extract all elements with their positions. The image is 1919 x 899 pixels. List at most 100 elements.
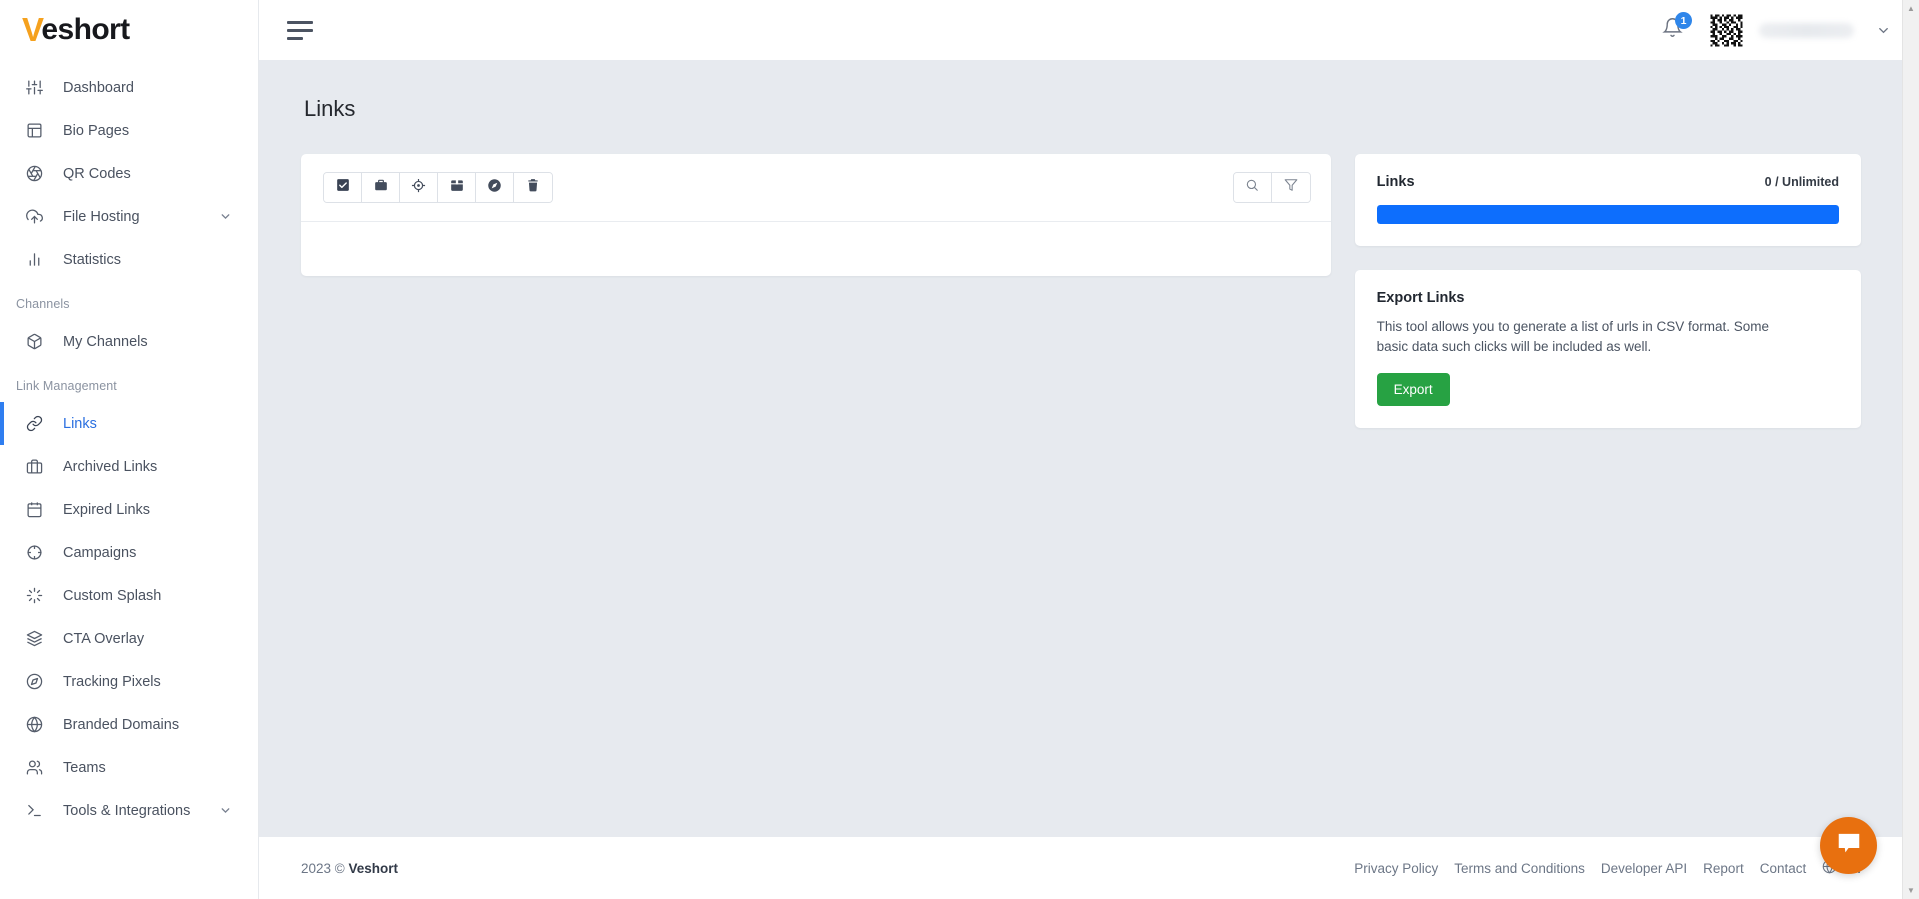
menu-toggle-button[interactable] <box>287 17 313 44</box>
cloud-upload-icon <box>26 208 50 225</box>
sidebar-item-label: Teams <box>63 759 106 776</box>
links-table-body <box>301 222 1331 276</box>
sidebar-item-label: File Hosting <box>63 208 140 225</box>
footer-copyright: 2023 © Veshort <box>301 861 398 876</box>
sliders-icon <box>26 79 50 96</box>
export-links-title: Export Links <box>1376 290 1465 306</box>
calendar-icon <box>450 178 464 197</box>
loader-icon <box>26 587 50 604</box>
checkbox-checked-icon <box>336 178 350 197</box>
topbar: 1 <box>259 0 1919 60</box>
campaign-button[interactable] <box>400 173 438 202</box>
footer-links: Privacy Policy Terms and Conditions Deve… <box>1354 859 1861 877</box>
footer-link-contact[interactable]: Contact <box>1760 861 1807 876</box>
sidebar-item-archived-links[interactable]: Archived Links <box>0 445 258 488</box>
footer-year: 2023 © <box>301 860 345 876</box>
menu-line <box>287 28 313 32</box>
links-quota-card: Links 0 / Unlimited <box>1354 154 1861 246</box>
links-quota-progress-bar <box>1376 205 1839 224</box>
layout-icon <box>26 122 50 139</box>
bar-chart-icon <box>26 251 50 268</box>
sidebar-item-campaigns[interactable]: Campaigns <box>0 531 258 574</box>
notifications-button[interactable]: 1 <box>1650 8 1694 52</box>
page-scrollbar[interactable]: ▲ ▼ <box>1902 0 1919 899</box>
page-title: Links <box>304 96 356 121</box>
trash-icon <box>526 178 540 197</box>
briefcase-icon <box>26 458 50 475</box>
sidebar-item-label: Tracking Pixels <box>63 673 161 690</box>
search-filter-group <box>1232 172 1311 203</box>
compass-icon <box>487 178 502 198</box>
compass-icon <box>26 673 50 690</box>
sidebar-item-bio-pages[interactable]: Bio Pages <box>0 109 258 152</box>
sidebar-item-file-hosting[interactable]: File Hosting <box>0 195 258 238</box>
content-row: Links 0 / Unlimited Export Links This to… <box>301 154 1861 429</box>
sidebar-item-teams[interactable]: Teams <box>0 746 258 789</box>
page-content: Links Links 0 / Unlimited Export Links T… <box>259 60 1919 837</box>
chevron-down-icon <box>219 804 232 817</box>
links-table-card <box>301 154 1331 276</box>
sidebar-item-label: Links <box>63 415 97 432</box>
footer-link-privacy-policy[interactable]: Privacy Policy <box>1354 861 1438 876</box>
links-quota-count: 0 / Unlimited <box>1764 175 1839 189</box>
brand-logo[interactable]: Veshort <box>0 0 258 60</box>
footer-brand: Veshort <box>348 860 399 876</box>
box-icon <box>26 333 50 350</box>
links-toolbar <box>301 154 1331 222</box>
notification-badge: 1 <box>1675 12 1692 29</box>
sidebar-item-label: Campaigns <box>63 544 137 561</box>
sidebar-item-label: Archived Links <box>63 458 158 475</box>
main-area: 1 Links Links 0 / Unlimited Export Links… <box>259 0 1919 899</box>
sidebar-item-links[interactable]: Links <box>0 402 258 445</box>
sidebar-item-my-channels[interactable]: My Channels <box>0 320 258 363</box>
sidebar-item-label: My Channels <box>63 333 148 350</box>
chat-bubble-icon <box>1835 829 1863 862</box>
sidebar-item-label: Dashboard <box>63 79 134 96</box>
sidebar-item-qr-codes[interactable]: QR Codes <box>0 152 258 195</box>
chevron-down-icon <box>1876 23 1891 38</box>
sidebar-item-label: CTA Overlay <box>63 630 145 647</box>
sidebar-group-title-channels: Channels <box>16 297 70 311</box>
sidebar-item-label: QR Codes <box>63 165 131 182</box>
sidebar-item-label: Expired Links <box>63 501 151 518</box>
scroll-up-arrow-icon[interactable]: ▲ <box>1903 0 1919 17</box>
topbar-right: 1 <box>1650 8 1891 52</box>
menu-line <box>287 20 313 24</box>
sidebar-item-label: Custom Splash <box>63 587 162 604</box>
username-label <box>1759 22 1854 38</box>
sidebar-item-label: Branded Domains <box>63 716 180 733</box>
archive-button[interactable] <box>362 173 400 202</box>
sidebar-item-label: Statistics <box>63 251 122 268</box>
link-icon <box>26 415 50 432</box>
footer-link-terms-and-conditions[interactable]: Terms and Conditions <box>1454 861 1585 876</box>
sidebar-item-branded-domains[interactable]: Branded Domains <box>0 703 258 746</box>
pixel-button[interactable] <box>476 173 514 202</box>
search-button[interactable] <box>1233 173 1272 202</box>
sidebar-item-tracking-pixels[interactable]: Tracking Pixels <box>0 660 258 703</box>
user-menu-button[interactable] <box>1708 11 1891 49</box>
expire-button[interactable] <box>438 173 476 202</box>
delete-button[interactable] <box>514 173 552 202</box>
sidebar-item-tools-integrations[interactable]: Tools & Integrations <box>0 789 258 832</box>
sidebar-item-dashboard[interactable]: Dashboard <box>0 66 258 109</box>
footer-link-developer-api[interactable]: Developer API <box>1601 861 1687 876</box>
sidebar-item-expired-links[interactable]: Expired Links <box>0 488 258 531</box>
sidebar-nav: Dashboard Bio Pages QR Codes File Hostin… <box>0 60 258 832</box>
select-all-checkbox-button[interactable] <box>324 173 362 202</box>
footer-link-report[interactable]: Report <box>1703 861 1744 876</box>
sidebar-item-custom-splash[interactable]: Custom Splash <box>0 574 258 617</box>
scroll-down-arrow-icon[interactable]: ▼ <box>1903 882 1919 899</box>
avatar <box>1708 11 1745 49</box>
menu-line <box>287 36 303 40</box>
brand-logo-text: eshort <box>41 13 130 46</box>
filter-button[interactable] <box>1271 173 1310 202</box>
aperture-icon <box>26 165 50 182</box>
export-button[interactable]: Export <box>1376 373 1450 407</box>
sidebar-item-statistics[interactable]: Statistics <box>0 238 258 281</box>
chevron-down-icon <box>219 210 232 223</box>
terminal-icon <box>26 802 50 819</box>
briefcase-icon <box>374 178 388 197</box>
chat-widget-button[interactable] <box>1820 817 1877 874</box>
sidebar-item-cta-overlay[interactable]: CTA Overlay <box>0 617 258 660</box>
links-quota-title: Links <box>1376 174 1415 190</box>
